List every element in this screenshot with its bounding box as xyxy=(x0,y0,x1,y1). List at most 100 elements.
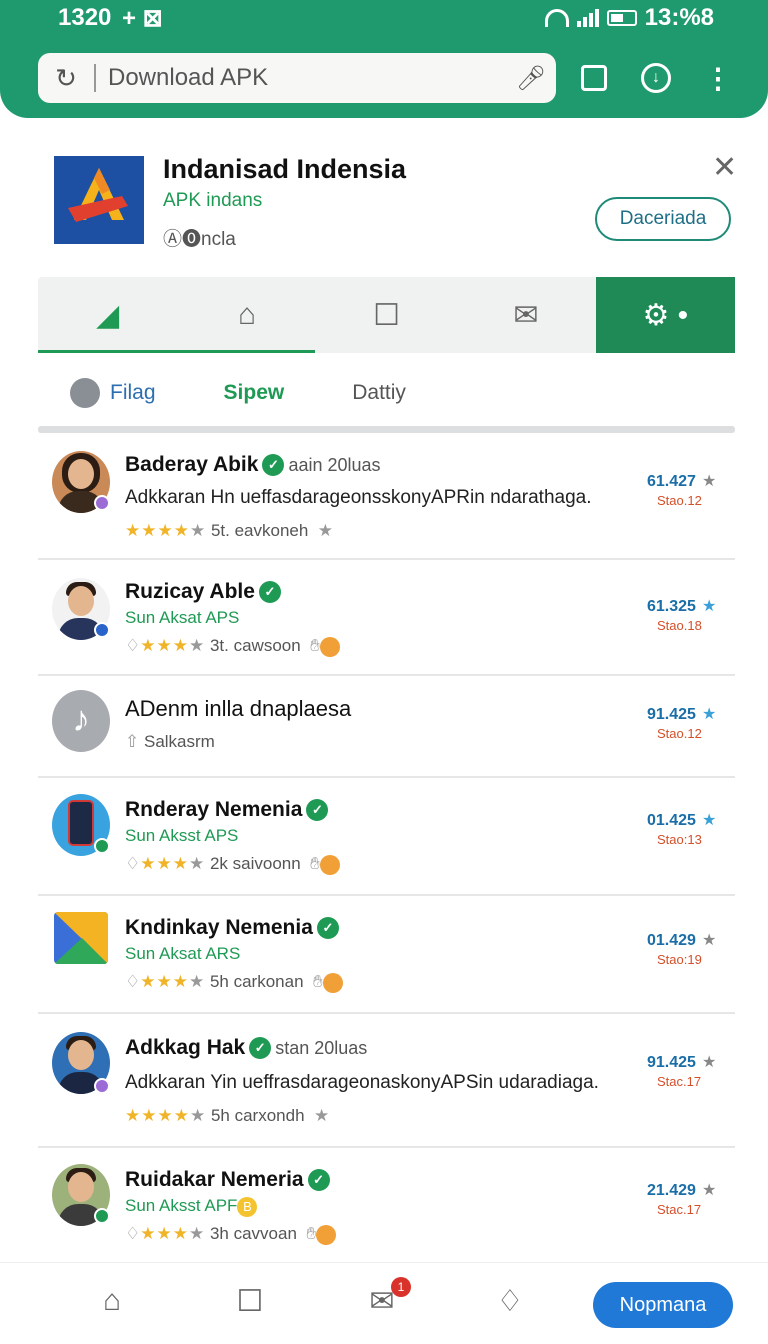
item-value: 61.427 ★ xyxy=(647,471,716,491)
item-value-text: 21.429 xyxy=(647,1182,696,1199)
item-subvalue: Stao.12 xyxy=(657,726,702,741)
item-rating: ♢★★★★ 2k saivoonn ✋︎ xyxy=(125,854,340,875)
home-icon[interactable]: ⌂ xyxy=(92,1281,132,1321)
download-icon[interactable]: ↓ xyxy=(638,60,674,96)
subtab-sipew[interactable]: Sipew xyxy=(224,381,285,405)
item-value: 01.429 ★ xyxy=(647,930,716,950)
thumbs-up-icon: ✋︎ xyxy=(305,636,320,655)
menu-icon[interactable]: ⋮ xyxy=(700,60,736,96)
rating-stars-icon: ★★★★ xyxy=(140,636,206,655)
item-rating: ♢★★★★ 3t. cawsoon ✋︎ xyxy=(125,636,340,657)
music-icon: ♪ xyxy=(72,698,90,739)
item-name-text: Ruidakar Nemeria xyxy=(125,1168,304,1191)
app-card: Indanisad Indensia APK indans Ⓐ⓿ncla ✕ D… xyxy=(0,140,768,270)
item-value-text: 91.425 xyxy=(647,706,696,723)
item-rating: ♢★★★★ 5h carkonan ✋︎ xyxy=(125,972,343,993)
search-icon[interactable]: ☐ xyxy=(230,1281,270,1321)
home-icon: ⌂ xyxy=(238,298,257,331)
avatar-face xyxy=(68,1172,94,1202)
download-button[interactable]: Daceriada xyxy=(595,197,731,241)
tab-chat[interactable]: ☐ xyxy=(317,277,456,353)
item-name: Ruidakar Nemeria ✓ xyxy=(125,1168,330,1192)
item-name-text: Kndinkay Nemenia xyxy=(125,916,313,939)
status-bar: 1320 + ⊠ 13:%8 xyxy=(0,0,768,38)
primary-action-button[interactable]: Nopmana xyxy=(593,1282,733,1328)
status-notification-icons: + ⊠ xyxy=(122,5,163,32)
emoji-icon xyxy=(319,636,340,657)
address-text[interactable]: Download APK xyxy=(96,64,506,92)
list-item[interactable]: Ruzicay Able ✓ Sun Aksat APS ♢★★★★ 3t. ca… xyxy=(38,560,735,676)
icon-tabs: ◢ ⌂ ☐ ✉ ⚙ • xyxy=(38,277,736,353)
mail-icon: ✉ xyxy=(513,298,539,332)
star-icon: ★ xyxy=(701,473,717,490)
item-name-text: ADenm inlla dnaplaesa xyxy=(125,696,352,721)
app-subtitle: APK indans xyxy=(163,190,263,211)
avatar-face xyxy=(68,1040,94,1070)
item-value: 61.325 ★ xyxy=(647,596,716,616)
subtab-label: Dattiy xyxy=(352,381,406,404)
battery-text: 13:%8 xyxy=(644,4,714,31)
star-icon: ★ xyxy=(309,1106,330,1125)
wifi-icon xyxy=(544,9,569,27)
app-logo xyxy=(54,156,144,244)
item-name: Baderay Abik ✓ aain 20luas xyxy=(125,453,381,477)
rating-stars-icon: ★★★★ xyxy=(140,854,206,873)
rating-stars-icon: ★★★★★ xyxy=(125,521,207,540)
status-badge xyxy=(94,495,110,511)
rating-stars-icon: ★★★★ xyxy=(140,1224,206,1243)
avatar-face xyxy=(68,459,94,489)
item-name: Rnderay Nemenia ✓ xyxy=(125,798,329,822)
star-icon: ★ xyxy=(701,932,717,949)
battery-icon xyxy=(606,10,637,26)
tab-apps[interactable]: ◢ xyxy=(38,277,177,353)
item-category: Sun Aksat ARS xyxy=(125,944,241,963)
item-name: Ruzicay Able ✓ xyxy=(125,580,281,604)
list-item[interactable]: Ruidakar Nemeria ✓ Sun Aksst APF B ♢★★★★ 3… xyxy=(38,1148,735,1266)
avatar-face xyxy=(68,586,94,616)
item-category-text: Sun Aksst APF xyxy=(125,1196,238,1215)
star-icon: ★ xyxy=(701,1054,717,1071)
tab-settings[interactable]: ⚙ • xyxy=(595,277,736,353)
status-badge xyxy=(94,1208,110,1224)
mic-icon[interactable]: 🎤︎ xyxy=(506,64,556,93)
list-item[interactable]: Kndinkay Nemenia ✓ Sun Aksat ARS ♢★★★★ 5h… xyxy=(38,896,735,1014)
reload-icon[interactable]: ↻ xyxy=(38,63,94,94)
item-value-text: 61.325 xyxy=(647,598,696,615)
phone-icon xyxy=(68,800,94,846)
list-item[interactable]: Adkkag Hak ✓ stan 20luas Adkkaran Yin ueff… xyxy=(38,1014,735,1148)
apps-icon: ◢ xyxy=(96,298,120,332)
close-icon[interactable]: ✕ xyxy=(712,150,737,185)
tabs-icon[interactable] xyxy=(576,60,612,96)
item-subvalue: Stao:13 xyxy=(657,832,702,847)
item-value: 01.425 ★ xyxy=(647,810,716,830)
address-bar[interactable]: ↻ Download APK 🎤︎ xyxy=(38,53,556,103)
item-rating: ★★★★★ 5h carxondh ★ xyxy=(125,1106,329,1126)
item-value: 21.429 ★ xyxy=(647,1180,716,1200)
verified-icon: ✓ xyxy=(306,799,329,822)
star-icon: ★ xyxy=(701,1182,717,1199)
star-icon: ★ xyxy=(313,521,334,540)
item-description: Adkkaran Hn ueffasdarageonsskonyAPRin nd… xyxy=(125,487,592,508)
bottom-nav: ⌂ ☐ ✉ 1 ♢ Nopmana xyxy=(0,1262,768,1344)
list-item[interactable]: Rnderay Nemenia ✓ Sun Aksst APS ♢★★★★ 2k … xyxy=(38,778,735,896)
verified-icon: ✓ xyxy=(307,1169,330,1192)
item-subvalue: Stao.12 xyxy=(657,493,702,508)
browser-toolbar: 1320 + ⊠ 13:%8 ↻ Download APK 🎤︎ ↓ ⋮ xyxy=(0,0,768,118)
subtab-dattiy[interactable]: Dattiy xyxy=(352,381,406,405)
subtab-filag[interactable]: Filag xyxy=(70,378,156,408)
list-item[interactable]: ♪ ADenm inlla dnaplaesa ⇧ Salkasrm 91.42… xyxy=(38,676,735,778)
signal-icon xyxy=(576,9,599,27)
rating-text: 3h cavvoan xyxy=(209,1224,297,1243)
item-name-text: Rnderay Nemenia xyxy=(125,798,303,821)
tab-home[interactable]: ⌂ xyxy=(177,277,316,353)
verified-icon: ✓ xyxy=(316,917,339,940)
tag-icon[interactable]: ♢ xyxy=(490,1281,530,1321)
item-category: Sun Aksst APF B xyxy=(125,1196,258,1217)
rating-stars-icon: ★★★★ xyxy=(140,972,206,991)
tab-mail[interactable]: ✉ xyxy=(456,277,595,353)
item-value-text: 01.429 xyxy=(647,932,696,949)
list-item[interactable]: Baderay Abik ✓ aain 20luas Adkkaran Hn uef… xyxy=(38,437,735,560)
item-value: 91.425 ★ xyxy=(647,1052,716,1072)
rating-stars-icon: ★★★★★ xyxy=(125,1106,207,1125)
item-name: Adkkag Hak ✓ stan 20luas xyxy=(125,1036,367,1060)
